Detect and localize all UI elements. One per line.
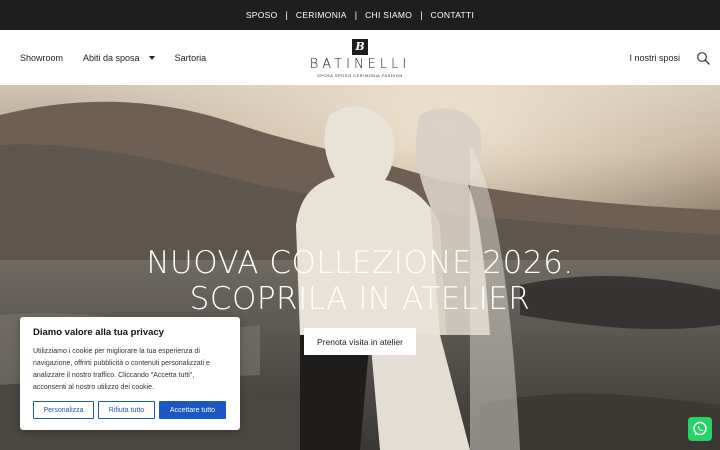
site-logo[interactable]: B BATINELLI SPOSA SPOSO CERIMONIA FASHIO… [302,39,418,79]
topbar-link-contatti[interactable]: CONTATTI [423,10,483,20]
chevron-down-icon [148,55,155,60]
accept-all-button[interactable]: Accettare tutto [159,401,226,419]
book-visit-button[interactable]: Prenota visita in atelier [304,328,416,355]
nav-showroom[interactable]: Showroom [20,53,63,63]
nav-sartoria[interactable]: Sartoria [175,53,207,63]
logo-wordmark: BATINELLI [309,57,411,72]
cookie-body: Utilizziamo i cookie per migliorare la t… [33,348,210,391]
nav-sartoria-label: Sartoria [174,52,207,63]
whatsapp-icon [693,421,707,436]
topbar-link-cerimonia[interactable]: CERIMONIA [288,10,355,20]
cookie-title: Diamo valore alla tua privacy [33,327,164,338]
nav-right: I nostri sposi [629,30,680,85]
cookie-consent-dialog: Diamo valore alla tua privacy Utilizziam… [20,317,240,430]
reject-all-button[interactable]: Rifiuta tutto [98,401,155,419]
main-nav: Showroom Abiti da sposa Sartoria [20,30,206,85]
topbar-link-sposo[interactable]: SPOSO [238,10,286,20]
customize-button[interactable]: Personalizza [33,401,94,419]
nav-nostri-sposi[interactable]: I nostri sposi [629,53,680,63]
whatsapp-button[interactable] [688,417,712,441]
logo-mark: B [352,39,368,55]
search-icon[interactable] [696,51,710,65]
nav-abiti-label: Abiti da sposa [83,52,140,63]
top-bar: SPOSO | CERIMONIA | CHI SIAMO | CONTATTI [0,0,720,30]
hero-title-line-1: NUOVA COLLEZIONE 2026. [146,245,574,281]
nav-showroom-label: Showroom [20,52,64,63]
hero-title-line-2: SCOPRILA IN ATELIER [189,281,531,317]
main-header: Showroom Abiti da sposa Sartoria B BATIN… [0,30,720,85]
nav-abiti-da-sposa[interactable]: Abiti da sposa [83,53,155,63]
hero-title: NUOVA COLLEZIONE 2026. SCOPRILA IN ATELI… [0,245,720,317]
topbar-link-chi-siamo[interactable]: CHI SIAMO [357,10,420,20]
cookie-buttons: Personalizza Rifiuta tutto Accettare tut… [33,401,226,419]
logo-tagline: SPOSA SPOSO CERIMONIA FASHION [317,73,403,78]
